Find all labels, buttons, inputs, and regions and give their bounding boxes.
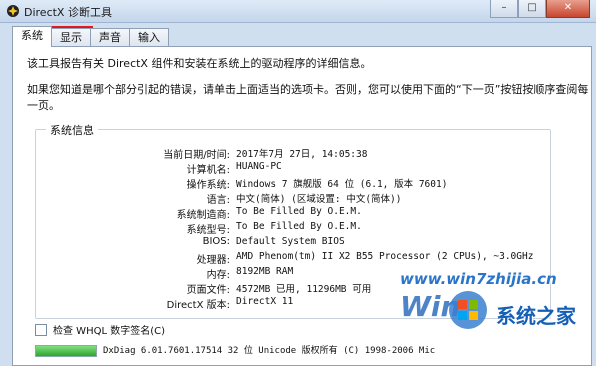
directx-icon bbox=[7, 5, 19, 17]
info-label: 页面文件: bbox=[186, 285, 230, 296]
info-row-directx: DirectX 版本: DirectX 11 bbox=[36, 296, 550, 312]
window-title: DirectX 诊断工具 bbox=[24, 6, 112, 19]
info-label: 内存: bbox=[206, 270, 230, 281]
info-value: To Be Filled By O.E.M. bbox=[236, 206, 362, 217]
info-row-pagefile: 页面文件: 4572MB 已用, 11296MB 可用 bbox=[36, 281, 550, 297]
progress-bar bbox=[35, 345, 97, 357]
info-value: Default System BIOS bbox=[236, 236, 345, 247]
info-label: 当前日期/时间: bbox=[163, 150, 230, 161]
info-row-memory: 内存: 8192MB RAM bbox=[36, 266, 550, 282]
info-value: 中文(简体) (区域设置: 中文(简体)) bbox=[236, 194, 402, 205]
system-tab-panel: 该工具报告有关 DirectX 组件和安装在系统上的驱动程序的详细信息。 如果您… bbox=[12, 46, 592, 366]
maximize-button[interactable]: □ bbox=[518, 0, 546, 18]
info-label: 处理器: bbox=[196, 255, 230, 266]
tab-bar: 系统 显示 声音 输入 bbox=[12, 26, 169, 49]
info-value: To Be Filled By O.E.M. bbox=[236, 221, 362, 232]
info-row-computer-name: 计算机名: HUANG-PC bbox=[36, 161, 550, 177]
info-value: 4572MB 已用, 11296MB 可用 bbox=[236, 284, 372, 295]
info-row-language: 语言: 中文(简体) (区域设置: 中文(简体)) bbox=[36, 191, 550, 207]
info-row-model: 系统型号: To Be Filled By O.E.M. bbox=[36, 221, 550, 237]
info-label: 系统型号: bbox=[186, 225, 230, 236]
window-controls: – □ ✕ bbox=[490, 0, 590, 18]
whql-checkbox-row[interactable]: 检查 WHQL 数字签名(C) bbox=[35, 322, 165, 337]
whql-checkbox[interactable] bbox=[35, 323, 47, 336]
progress-fill bbox=[36, 346, 96, 356]
info-value: HUANG-PC bbox=[236, 161, 282, 172]
info-row-os: 操作系统: Windows 7 旗舰版 64 位 (6.1, 版本 7601) bbox=[36, 176, 550, 192]
info-row-manufacturer: 系统制造商: To Be Filled By O.E.M. bbox=[36, 206, 550, 222]
info-row-datetime: 当前日期/时间: 2017年7月 27日, 14:05:38 bbox=[36, 146, 550, 162]
info-value: 8192MB RAM bbox=[236, 266, 294, 277]
system-info-title: 系统信息 bbox=[46, 122, 98, 138]
minimize-button[interactable]: – bbox=[490, 0, 518, 18]
info-row-bios: BIOS: Default System BIOS bbox=[36, 236, 550, 252]
intro-text-2: 如果您知道是哪个部分引起的错误，请单击上面适当的选项卡。否则，您可以使用下面的“… bbox=[27, 83, 589, 112]
info-value: 2017年7月 27日, 14:05:38 bbox=[236, 149, 368, 160]
info-value: AMD Phenom(tm) II X2 B55 Processor (2 CP… bbox=[236, 251, 534, 262]
tab-input[interactable]: 输入 bbox=[129, 28, 169, 47]
title-bar: DirectX 诊断工具 – □ ✕ bbox=[0, 0, 596, 23]
info-value: DirectX 11 bbox=[236, 296, 294, 307]
info-value: Windows 7 旗舰版 64 位 (6.1, 版本 7601) bbox=[236, 179, 448, 190]
copyright-text: DxDiag 6.01.7601.17514 32 位 Unicode 版权所有… bbox=[103, 346, 436, 356]
close-button[interactable]: ✕ bbox=[546, 0, 590, 18]
info-label: 计算机名: bbox=[186, 165, 230, 176]
info-label: 语言: bbox=[206, 195, 230, 206]
tab-display[interactable]: 显示 bbox=[49, 26, 93, 49]
system-info-group: 系统信息 当前日期/时间: 2017年7月 27日, 14:05:38 计算机名… bbox=[35, 122, 551, 319]
tab-system[interactable]: 系统 bbox=[12, 26, 52, 47]
whql-label: 检查 WHQL 数字签名(C) bbox=[53, 326, 165, 337]
intro-text-1: 该工具报告有关 DirectX 组件和安装在系统上的驱动程序的详细信息。 bbox=[27, 57, 372, 70]
tab-sound[interactable]: 声音 bbox=[90, 28, 130, 47]
info-label: DirectX 版本: bbox=[166, 300, 230, 311]
info-label: 操作系统: bbox=[186, 180, 230, 191]
info-label: BIOS: bbox=[202, 236, 230, 247]
info-row-processor: 处理器: AMD Phenom(tm) II X2 B55 Processor … bbox=[36, 251, 550, 267]
info-label: 系统制造商: bbox=[176, 210, 230, 221]
